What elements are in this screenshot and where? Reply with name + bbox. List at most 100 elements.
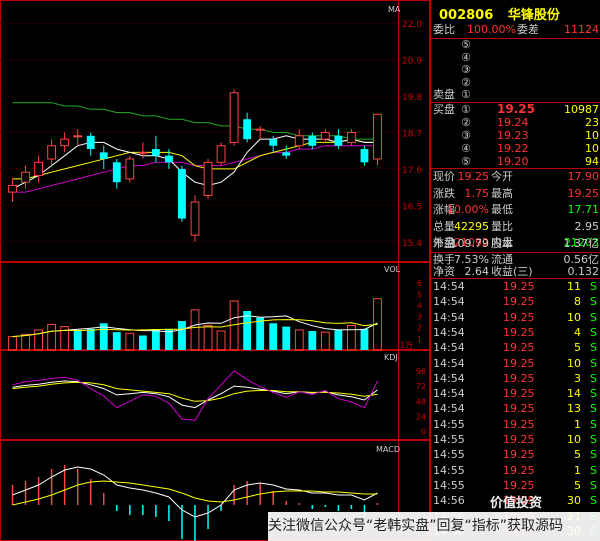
buy-price: 19.23 [497,129,529,142]
sell-level-index: ① [461,88,471,101]
tick-side: S [590,280,597,293]
tick-price: 19.25 [503,310,535,324]
kdj-j-line [12,370,378,421]
tick-row: 14:55 19.25 5 S [431,447,600,462]
tick-volume: 1 [574,463,581,477]
candle-body [255,128,265,131]
quote-row: 涨幅 10.00% 最低 17.71 [431,202,600,218]
candle-body [347,132,356,143]
buy-volume: 94 [585,155,599,168]
ma-label: MA [388,5,401,14]
quote-row: 总量 42295 量比 2.95 [431,219,600,235]
candle-body [294,135,304,147]
quote-row: 涨跌 1.75 最高 19.25 [431,186,600,202]
sell-label: 卖盘 [433,88,455,101]
quote-label-2: 最高 [491,186,513,200]
tick-row: 14:55 19.25 5 S [431,478,600,493]
weibi-label: 委比 [433,23,455,36]
volume-axis-label: 6 [417,279,422,288]
tick-volume: 5 [574,478,581,492]
tick-price: 19.25 [503,295,535,309]
chart-panel-frame [0,350,430,440]
tick-row: 14:54 19.25 3 S [431,371,600,386]
buy-volume: 23 [585,116,599,129]
kdj-axis-label: 48 [416,397,426,406]
fund-label: 净资 [433,265,455,278]
fund-label-2: 收益(三) [491,265,533,278]
sell-level-row: ③ [431,63,600,76]
kdj-label: KDJ [384,353,398,362]
tick-time: 14:55 [433,478,465,492]
overlay-banner: 关注微信公众号“老韩实盘”回复“指标”获取源码 [268,512,600,541]
tick-row: 14:55 19.25 1 S [431,417,600,432]
volume-bar [138,335,147,350]
tick-price: 19.25 [503,417,535,431]
tick-row: 14:54 19.25 13 S [431,401,600,416]
candle-body [60,138,70,147]
volume-bar [308,331,317,350]
sell-level-index: ④ [461,50,471,64]
quote-label-2: 量比 [491,219,513,233]
sell-level-index: ⑤ [461,38,471,51]
quote-value: 1.75 [464,186,490,200]
chart-panel-frame [0,0,430,262]
volume-bar [151,329,160,350]
candlestick-chart[interactable]: 22.0 20.9 19.8 18.7 17.6 16.5 15.4 MA 6 5 4 3 2 1 VOL 1… [0,0,430,541]
volume-bar [320,331,330,351]
quote-label: 现价 [433,170,455,183]
buy-level-index: ① [461,103,471,116]
volume-label: VOL [384,265,401,274]
tick-side: S [590,295,597,309]
candle-body [308,135,317,146]
volume-bar [360,328,369,350]
watermark: 价值投资 [490,496,543,511]
tick-price: 19.25 [503,371,535,385]
volume-bar [269,323,278,350]
tick-side: S [590,341,597,355]
volume-axis-label: 1 [417,335,422,344]
buy-level-row: ③ 19.23 10 [431,129,600,142]
tick-time: 14:54 [433,371,465,385]
tick-row: 14:54 19.25 5 S [431,340,600,355]
volume-bar [73,331,82,350]
price-axis-label: 20.9 [402,57,422,67]
price-axis-label: 18.7 [402,130,422,140]
candle-body [203,161,213,196]
fund-value-2: 0.132 [567,265,600,278]
sell-level-index: ③ [461,63,471,76]
buy-price: 19.22 [497,142,529,155]
weibi-value: 100.00% [467,23,516,36]
volume-bar [282,326,291,350]
tick-time: 14:56 [433,494,465,508]
candle-body [216,145,226,163]
volume-bar [86,328,95,350]
volume-bar [243,311,252,350]
quote-value: 19.25 [457,170,490,183]
buy-volume: 10987 [564,103,599,116]
candle-body [73,135,83,138]
volume-axis-label: 2 [417,324,422,333]
tick-time: 14:55 [433,463,465,477]
fund-row: 市盈 109.79 股本 1.37亿 [431,236,600,252]
tick-row: 14:55 19.25 10 S [431,432,600,447]
tick-side: S [590,402,597,416]
volume-bar [21,333,30,351]
tick-row: 14:54 19.25 4 S [431,325,600,340]
quote-value-2: 17.71 [567,203,600,216]
buy-volume: 10 [585,129,599,142]
chart-area[interactable]: 22.0 20.9 19.8 18.7 17.6 16.5 15.4 MA 6 5 4 3 2 1 VOL 1… [0,0,430,541]
tick-volume: 5 [574,448,581,462]
sell-level-row: ④ [431,51,600,64]
buy-level-index: ③ [461,129,471,142]
quote-row: 现价 19.25 今开 17.90 [431,169,600,185]
quote-label: 涨跌 [433,186,455,200]
volume-bar [203,324,213,351]
volume-bar [125,332,135,351]
tick-price: 19.25 [503,478,535,492]
candle-body [47,145,57,160]
buy-level-index: ⑤ [461,155,471,168]
volume-bar [8,336,17,351]
ma20-line [12,145,378,193]
fund-value-2: 1.37亿 [563,237,600,250]
candle-body [151,149,160,156]
